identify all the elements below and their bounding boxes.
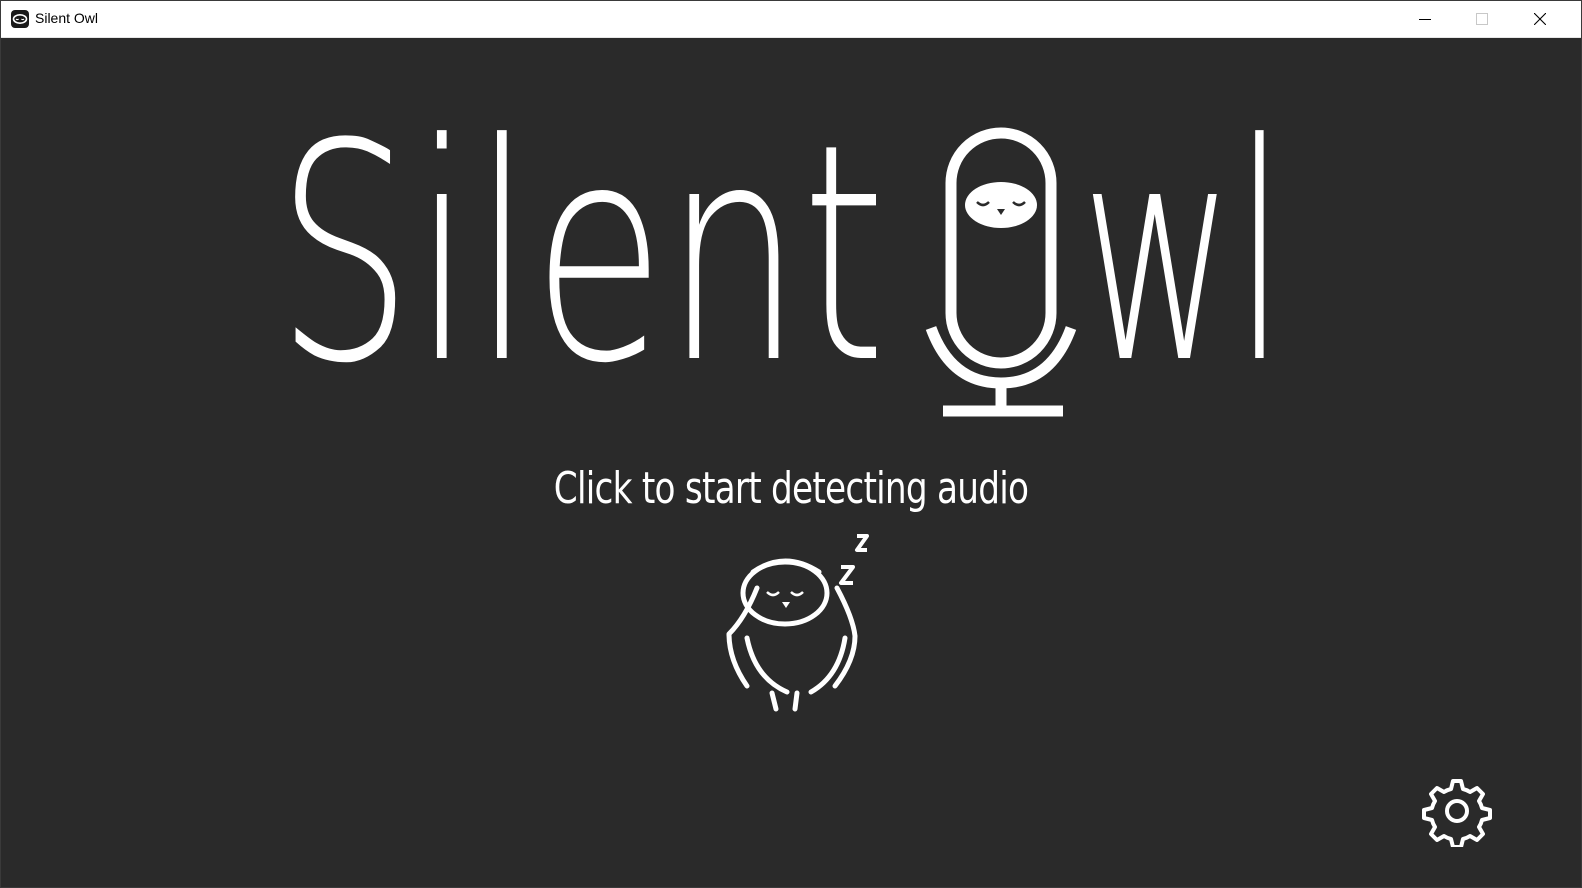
title-bar[interactable]: Silent Owl <box>1 1 1581 38</box>
start-detecting-prompt[interactable]: Click to start detecting audio <box>175 463 1407 514</box>
logo-text-wl: wl <box>1081 118 1286 428</box>
main-content: Silent wl Click to start detecting audio <box>1 38 1581 887</box>
window-title: Silent Owl <box>35 10 99 26</box>
minimize-icon <box>1419 19 1431 20</box>
maximize-icon <box>1476 13 1488 25</box>
microphone-owl-icon <box>925 127 1077 417</box>
close-icon <box>1534 13 1546 25</box>
owl-app-icon <box>11 10 29 28</box>
logo-text-silent: Silent <box>276 118 886 428</box>
gear-icon[interactable] <box>1421 775 1493 847</box>
sleeping-owl-icon[interactable] <box>717 528 887 718</box>
close-button[interactable] <box>1517 1 1563 37</box>
minimize-button[interactable] <box>1402 1 1448 37</box>
maximize-button[interactable] <box>1459 1 1505 37</box>
app-window: Silent Owl Silent wl Click to start dete… <box>0 0 1582 888</box>
silent-owl-logo: Silent wl <box>276 118 1286 428</box>
